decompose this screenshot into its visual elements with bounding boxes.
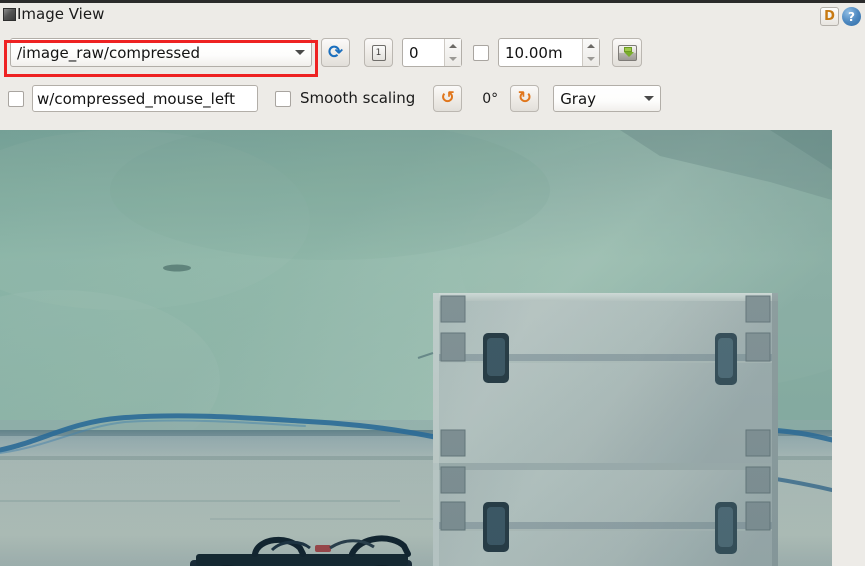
rotation-label: 0° (482, 90, 499, 107)
smooth-scaling-label: Smooth scaling (300, 89, 416, 107)
stepper-up-icon[interactable] (583, 39, 599, 53)
refresh-icon: ⟳ (327, 41, 344, 63)
mouse-topic-input[interactable]: w/compressed_mouse_left (32, 85, 258, 112)
max-publish-value: 0 (409, 43, 419, 62)
window-icon (3, 8, 16, 21)
image-canvas-area[interactable] (0, 130, 865, 566)
smooth-scaling-checkbox[interactable] (275, 90, 291, 107)
rotate-left-icon: ↺ (440, 88, 455, 108)
stepper-down-icon[interactable] (583, 53, 599, 67)
max-range-spinbox[interactable]: 10.00m (498, 38, 600, 67)
stepper-up-icon[interactable] (445, 39, 461, 53)
image-view-panel: Image View D ? /image_raw/compressed ⟳ 1… (0, 0, 865, 566)
publish-topic-icon: 1 (371, 44, 386, 61)
save-image-button[interactable] (612, 38, 642, 67)
chevron-down-icon (289, 50, 311, 55)
stepper-down-icon[interactable] (445, 53, 461, 67)
refresh-topics-button[interactable]: ⟳ (321, 38, 350, 67)
max-range-stepper[interactable] (582, 39, 599, 66)
publish-topic-button[interactable]: 1 (364, 38, 393, 67)
rotate-left-button[interactable]: ↺ (433, 85, 463, 112)
topic-combo[interactable]: /image_raw/compressed (10, 38, 312, 67)
camera-image-render (0, 130, 832, 566)
mouse-topic-value: w/compressed_mouse_left (37, 89, 235, 108)
max-publish-stepper[interactable] (444, 39, 461, 66)
colormap-combo[interactable]: Gray (553, 85, 662, 112)
rotate-right-button[interactable]: ↻ (510, 85, 540, 112)
help-icon[interactable]: ? (842, 7, 861, 26)
toolbar-secondary: w/compressed_mouse_left Smooth scaling ↺… (0, 79, 865, 118)
rotate-right-icon: ↻ (517, 88, 532, 108)
publish-click-checkbox[interactable] (8, 90, 24, 107)
max-range-value: 10.00m (505, 43, 563, 62)
dynamic-range-checkbox[interactable] (473, 44, 489, 61)
page-title: Image View (17, 5, 105, 23)
save-image-icon (617, 44, 637, 61)
topic-combo-value: /image_raw/compressed (17, 43, 200, 62)
colormap-value: Gray (560, 89, 597, 108)
detach-button[interactable]: D (820, 7, 839, 26)
chevron-down-icon (638, 96, 660, 101)
titlebar: Image View D ? (0, 0, 865, 26)
toolbar-primary: /image_raw/compressed ⟳ 1 0 10.00m (0, 26, 865, 79)
max-publish-spinbox[interactable]: 0 (402, 38, 462, 67)
camera-image[interactable] (0, 130, 832, 566)
titlebar-buttons: D ? (820, 7, 861, 26)
